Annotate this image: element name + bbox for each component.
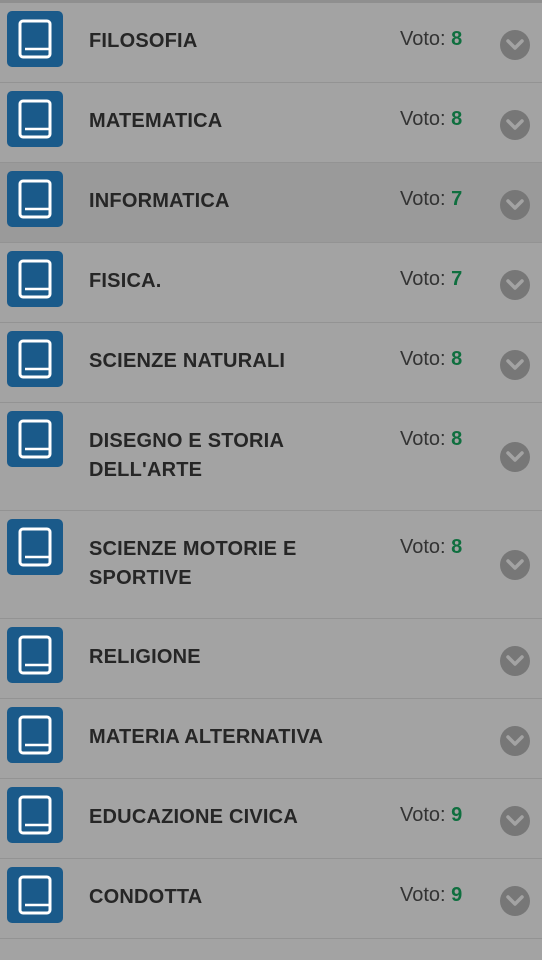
grade-label: Voto: (400, 188, 446, 210)
expand-chevron-icon[interactable] (500, 270, 530, 300)
subject-row-disegno-storia-arte[interactable]: DISEGNO E STORIA DELL'ARTE Voto: 8 (0, 403, 542, 511)
book-icon (7, 519, 63, 575)
expand-chevron-icon[interactable] (500, 886, 530, 916)
grade-display: Voto: 9 (400, 881, 462, 909)
grade-value: 8 (451, 536, 463, 558)
grade-label: Voto: (400, 108, 446, 130)
book-icon (7, 867, 63, 923)
subject-name: MATERIA ALTERNATIVA (89, 726, 324, 748)
grade-label: Voto: (400, 348, 446, 370)
expand-chevron-icon[interactable] (500, 110, 530, 140)
expand-chevron-icon[interactable] (500, 350, 530, 380)
grade-value: 8 (451, 108, 463, 130)
expand-chevron-icon[interactable] (500, 726, 530, 756)
grade-value: 8 (451, 428, 463, 450)
grade-display: Voto: 8 (400, 105, 462, 133)
book-icon (7, 251, 63, 307)
grade-value: 7 (451, 188, 463, 210)
subject-row-condotta[interactable]: CONDOTTA Voto: 9 (0, 859, 542, 939)
expand-chevron-icon[interactable] (500, 646, 530, 676)
grade-value: 8 (451, 348, 463, 370)
subject-name: DISEGNO E STORIA DELL'ARTE (89, 430, 284, 481)
expand-chevron-icon[interactable] (500, 30, 530, 60)
subject-name: MATEMATICA (89, 110, 223, 132)
subject-name: EDUCAZIONE CIVICA (89, 806, 298, 828)
subject-row-religione[interactable]: RELIGIONE (0, 619, 542, 699)
expand-chevron-icon[interactable] (500, 442, 530, 472)
subject-list: FILOSOFIA Voto: 8 MATEMATICA Voto: 8 INF… (0, 3, 542, 939)
grade-display: Voto: 7 (400, 185, 462, 213)
book-icon (7, 787, 63, 843)
grade-value: 7 (451, 268, 463, 290)
grade-display: Voto: 7 (400, 265, 462, 293)
grade-display: Voto: 8 (400, 425, 462, 453)
book-icon (7, 91, 63, 147)
book-icon (7, 331, 63, 387)
grade-label: Voto: (400, 28, 446, 50)
subject-row-fisica[interactable]: FISICA. Voto: 7 (0, 243, 542, 323)
grade-value: 8 (451, 28, 463, 50)
subject-name: INFORMATICA (89, 190, 230, 212)
grade-value: 9 (451, 804, 463, 826)
subject-row-educazione-civica[interactable]: EDUCAZIONE CIVICA Voto: 9 (0, 779, 542, 859)
subject-row-scienze-motorie[interactable]: SCIENZE MOTORIE E SPORTIVE Voto: 8 (0, 511, 542, 619)
grade-label: Voto: (400, 428, 446, 450)
subject-row-informatica[interactable]: INFORMATICA Voto: 7 (0, 163, 542, 243)
subject-name: SCIENZE MOTORIE E SPORTIVE (89, 538, 297, 589)
expand-chevron-icon[interactable] (500, 190, 530, 220)
subject-row-matematica[interactable]: MATEMATICA Voto: 8 (0, 83, 542, 163)
grade-display: Voto: 8 (400, 345, 462, 373)
subject-name: CONDOTTA (89, 886, 203, 908)
grade-label: Voto: (400, 804, 446, 826)
subject-row-materia-alternativa[interactable]: MATERIA ALTERNATIVA (0, 699, 542, 779)
book-icon (7, 707, 63, 763)
subject-row-filosofia[interactable]: FILOSOFIA Voto: 8 (0, 3, 542, 83)
grade-label: Voto: (400, 884, 446, 906)
grade-label: Voto: (400, 268, 446, 290)
subject-name: SCIENZE NATURALI (89, 350, 286, 372)
expand-chevron-icon[interactable] (500, 550, 530, 580)
book-icon (7, 627, 63, 683)
grade-display: Voto: 8 (400, 533, 462, 561)
expand-chevron-icon[interactable] (500, 806, 530, 836)
book-icon (7, 411, 63, 467)
book-icon (7, 171, 63, 227)
book-icon (7, 11, 63, 67)
grade-label: Voto: (400, 536, 446, 558)
subject-name: RELIGIONE (89, 646, 201, 668)
subject-name: FISICA. (89, 270, 162, 292)
subject-name: FILOSOFIA (89, 30, 198, 52)
grade-value: 9 (451, 884, 463, 906)
grade-display: Voto: 9 (400, 801, 462, 829)
subject-row-scienze-naturali[interactable]: SCIENZE NATURALI Voto: 8 (0, 323, 542, 403)
grade-display: Voto: 8 (400, 25, 462, 53)
